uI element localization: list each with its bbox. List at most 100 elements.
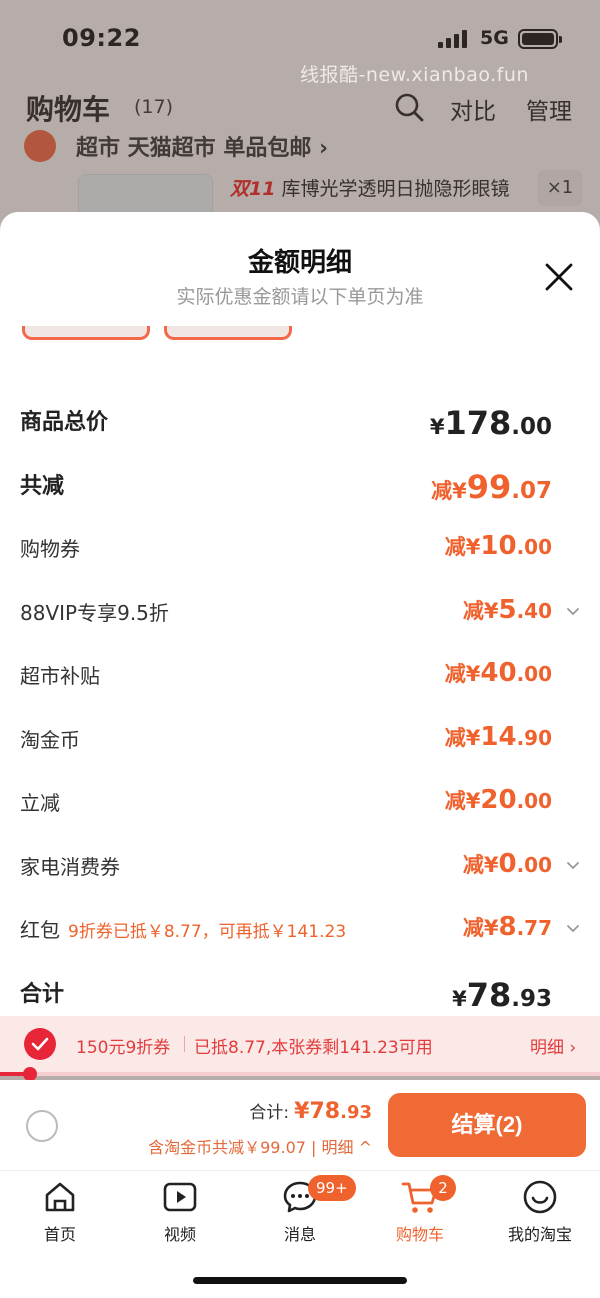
amount-prefix: 减¥ xyxy=(444,725,481,750)
check-icon xyxy=(31,1037,49,1051)
home-indicator[interactable] xyxy=(193,1277,407,1284)
sheet-subtitle: 实际优惠金额请以下单页为准 xyxy=(176,286,424,308)
amount-row-value: 减¥0.00 xyxy=(463,849,552,879)
amount-row-label: 红包 9折券已抵￥8.77，可再抵￥141.23 xyxy=(20,914,346,943)
total-amount: ¥78.93 xyxy=(294,1099,372,1124)
row-label-text: 红包 xyxy=(20,918,60,942)
amount-int: 5 xyxy=(498,594,517,625)
amount-row-label: 立减 xyxy=(20,787,60,816)
select-all-checkbox[interactable] xyxy=(26,1110,58,1142)
checkout-button[interactable]: 结算(2) xyxy=(388,1093,586,1157)
amount-prefix: 减¥ xyxy=(431,478,467,503)
amount-row-label: 超市补贴 xyxy=(20,660,100,689)
checkout-bar: 合计: ¥78.93 含淘金币共减￥99.07 | 明细 ^ 结算(2) xyxy=(0,1080,600,1170)
amount-frac: .00 xyxy=(516,535,552,559)
row-label-text: 88VIP专享9.5折 xyxy=(20,600,169,625)
amount-int: 14 xyxy=(480,721,517,752)
amount-int: 8 xyxy=(498,912,517,942)
amount-row-label: 共减 xyxy=(20,468,64,500)
row-label-text: 合计 xyxy=(20,981,65,1007)
row-label-text: 立减 xyxy=(20,791,60,815)
amount-row-label: 淘金币 xyxy=(20,724,80,753)
row-label-text: 商品总价 xyxy=(20,410,109,435)
amount-row-label: 商品总价 xyxy=(20,404,108,436)
row-label-text: 共减 xyxy=(20,473,65,499)
chevron-down-icon[interactable] xyxy=(566,922,580,936)
tab-profile[interactable]: 我的淘宝 xyxy=(480,1179,600,1249)
amount-row-label: 88VIP专享9.5折 xyxy=(20,597,169,626)
amount-row-label: 家电消费券 xyxy=(20,851,120,880)
tab-label: 视频 xyxy=(163,1225,196,1244)
amount-row-label: 合计 xyxy=(20,976,64,1008)
amount-row-value: 减¥8.77 xyxy=(463,912,552,942)
coupon-separator xyxy=(184,1036,185,1052)
tab-cart[interactable]: 2 购物车 xyxy=(360,1175,480,1249)
amount-int: 20 xyxy=(480,785,517,815)
amount-row-value: ¥78.93 xyxy=(452,976,552,1014)
sheet-title: 金额明细 xyxy=(247,248,352,278)
coupon-detail-link[interactable]: 明细 › xyxy=(530,1033,576,1058)
coupon-progress-knob xyxy=(23,1067,37,1081)
coupon-name: 150元9折券 xyxy=(76,1038,171,1058)
row-label-text: 淘金币 xyxy=(20,727,80,752)
amount-detail-sheet: 金额明细 实际优惠金额请以下单页为准 商品总价 ¥178.00 共减 减¥99.07 购… xyxy=(0,212,600,1068)
amount-row: 商品总价 ¥178.00 xyxy=(0,388,600,452)
tab-label: 消息 xyxy=(283,1225,316,1244)
video-icon xyxy=(163,1182,197,1212)
chevron-down-icon[interactable] xyxy=(566,859,580,873)
amount-frac: .00 xyxy=(511,414,552,440)
coupon-info: 已抵8.77,本张券剩141.23可用 xyxy=(194,1038,433,1058)
tab-video[interactable]: 视频 xyxy=(120,1179,240,1249)
total-fraction: .93 xyxy=(340,1102,372,1123)
amount-rows: 商品总价 ¥178.00 共减 减¥99.07 购物券 减¥10.00 88VIP专享9.5… xyxy=(0,388,600,1023)
total-summary: 合计: ¥78.93 xyxy=(249,1098,372,1124)
amount-frac: .00 xyxy=(516,662,552,686)
amount-frac: .90 xyxy=(516,725,552,750)
amount-prefix: ¥ xyxy=(452,986,467,1011)
amount-row[interactable]: 88VIP专享9.5折 减¥5.40 xyxy=(0,579,600,643)
amount-frac: .00 xyxy=(516,789,552,813)
amount-row[interactable]: 红包 9折券已抵￥8.77，可再抵￥141.23 减¥8.77 xyxy=(0,896,600,960)
profile-icon xyxy=(523,1180,557,1214)
tab-messages[interactable]: 99+ 消息 xyxy=(240,1175,360,1249)
amount-int: 99 xyxy=(466,467,512,506)
coupon-tag-stub xyxy=(22,326,150,340)
tab-label: 我的淘宝 xyxy=(507,1225,572,1244)
amount-frac: .77 xyxy=(516,916,552,940)
amount-int: 40 xyxy=(480,658,517,688)
total-label: 合计: xyxy=(249,1103,290,1123)
coupon-bar[interactable]: 150元9折券 已抵8.77,本张券剩141.23可用 明细 › xyxy=(0,1016,600,1072)
chevron-down-icon[interactable] xyxy=(566,605,580,619)
amount-int: 0 xyxy=(498,848,517,879)
amount-prefix: 减¥ xyxy=(462,598,499,623)
row-label-text: 家电消费券 xyxy=(20,854,120,879)
row-note: 9折券已抵￥8.77，可再抵￥141.23 xyxy=(68,922,347,942)
amount-row: 立减 减¥20.00 xyxy=(0,769,600,833)
tab-label: 购物车 xyxy=(395,1225,444,1244)
close-icon[interactable] xyxy=(540,258,578,296)
coupon-checkbox[interactable] xyxy=(24,1028,56,1060)
amount-prefix: 减¥ xyxy=(444,535,481,559)
cart-badge: 2 xyxy=(430,1175,456,1201)
amount-int: 10 xyxy=(480,531,517,561)
amount-row: 共减 减¥99.07 xyxy=(0,452,600,516)
discount-summary-link[interactable]: 含淘金币共减￥99.07 | 明细 ^ xyxy=(148,1134,372,1158)
amount-prefix: ¥ xyxy=(429,415,445,439)
amount-row-value: 减¥5.40 xyxy=(463,595,552,625)
amount-row-value: 减¥14.90 xyxy=(445,722,552,752)
amount-row[interactable]: 家电消费券 减¥0.00 xyxy=(0,833,600,897)
amount-prefix: 减¥ xyxy=(462,852,499,877)
total-integer: 78 xyxy=(309,1099,341,1124)
amount-row-label: 购物券 xyxy=(20,533,80,562)
amount-prefix: 减¥ xyxy=(444,662,481,686)
home-icon xyxy=(45,1182,75,1212)
tab-home[interactable]: 首页 xyxy=(0,1179,120,1249)
amount-row-value: ¥178.00 xyxy=(430,404,552,442)
amount-row: 合计 ¥78.93 xyxy=(0,960,600,1024)
row-label-text: 超市补贴 xyxy=(20,664,100,688)
message-badge: 99+ xyxy=(308,1175,356,1201)
amount-row-value: 减¥40.00 xyxy=(445,658,552,688)
amount-frac: .07 xyxy=(511,477,552,504)
amount-row-value: 减¥99.07 xyxy=(431,468,552,506)
amount-int: 78 xyxy=(466,975,512,1014)
